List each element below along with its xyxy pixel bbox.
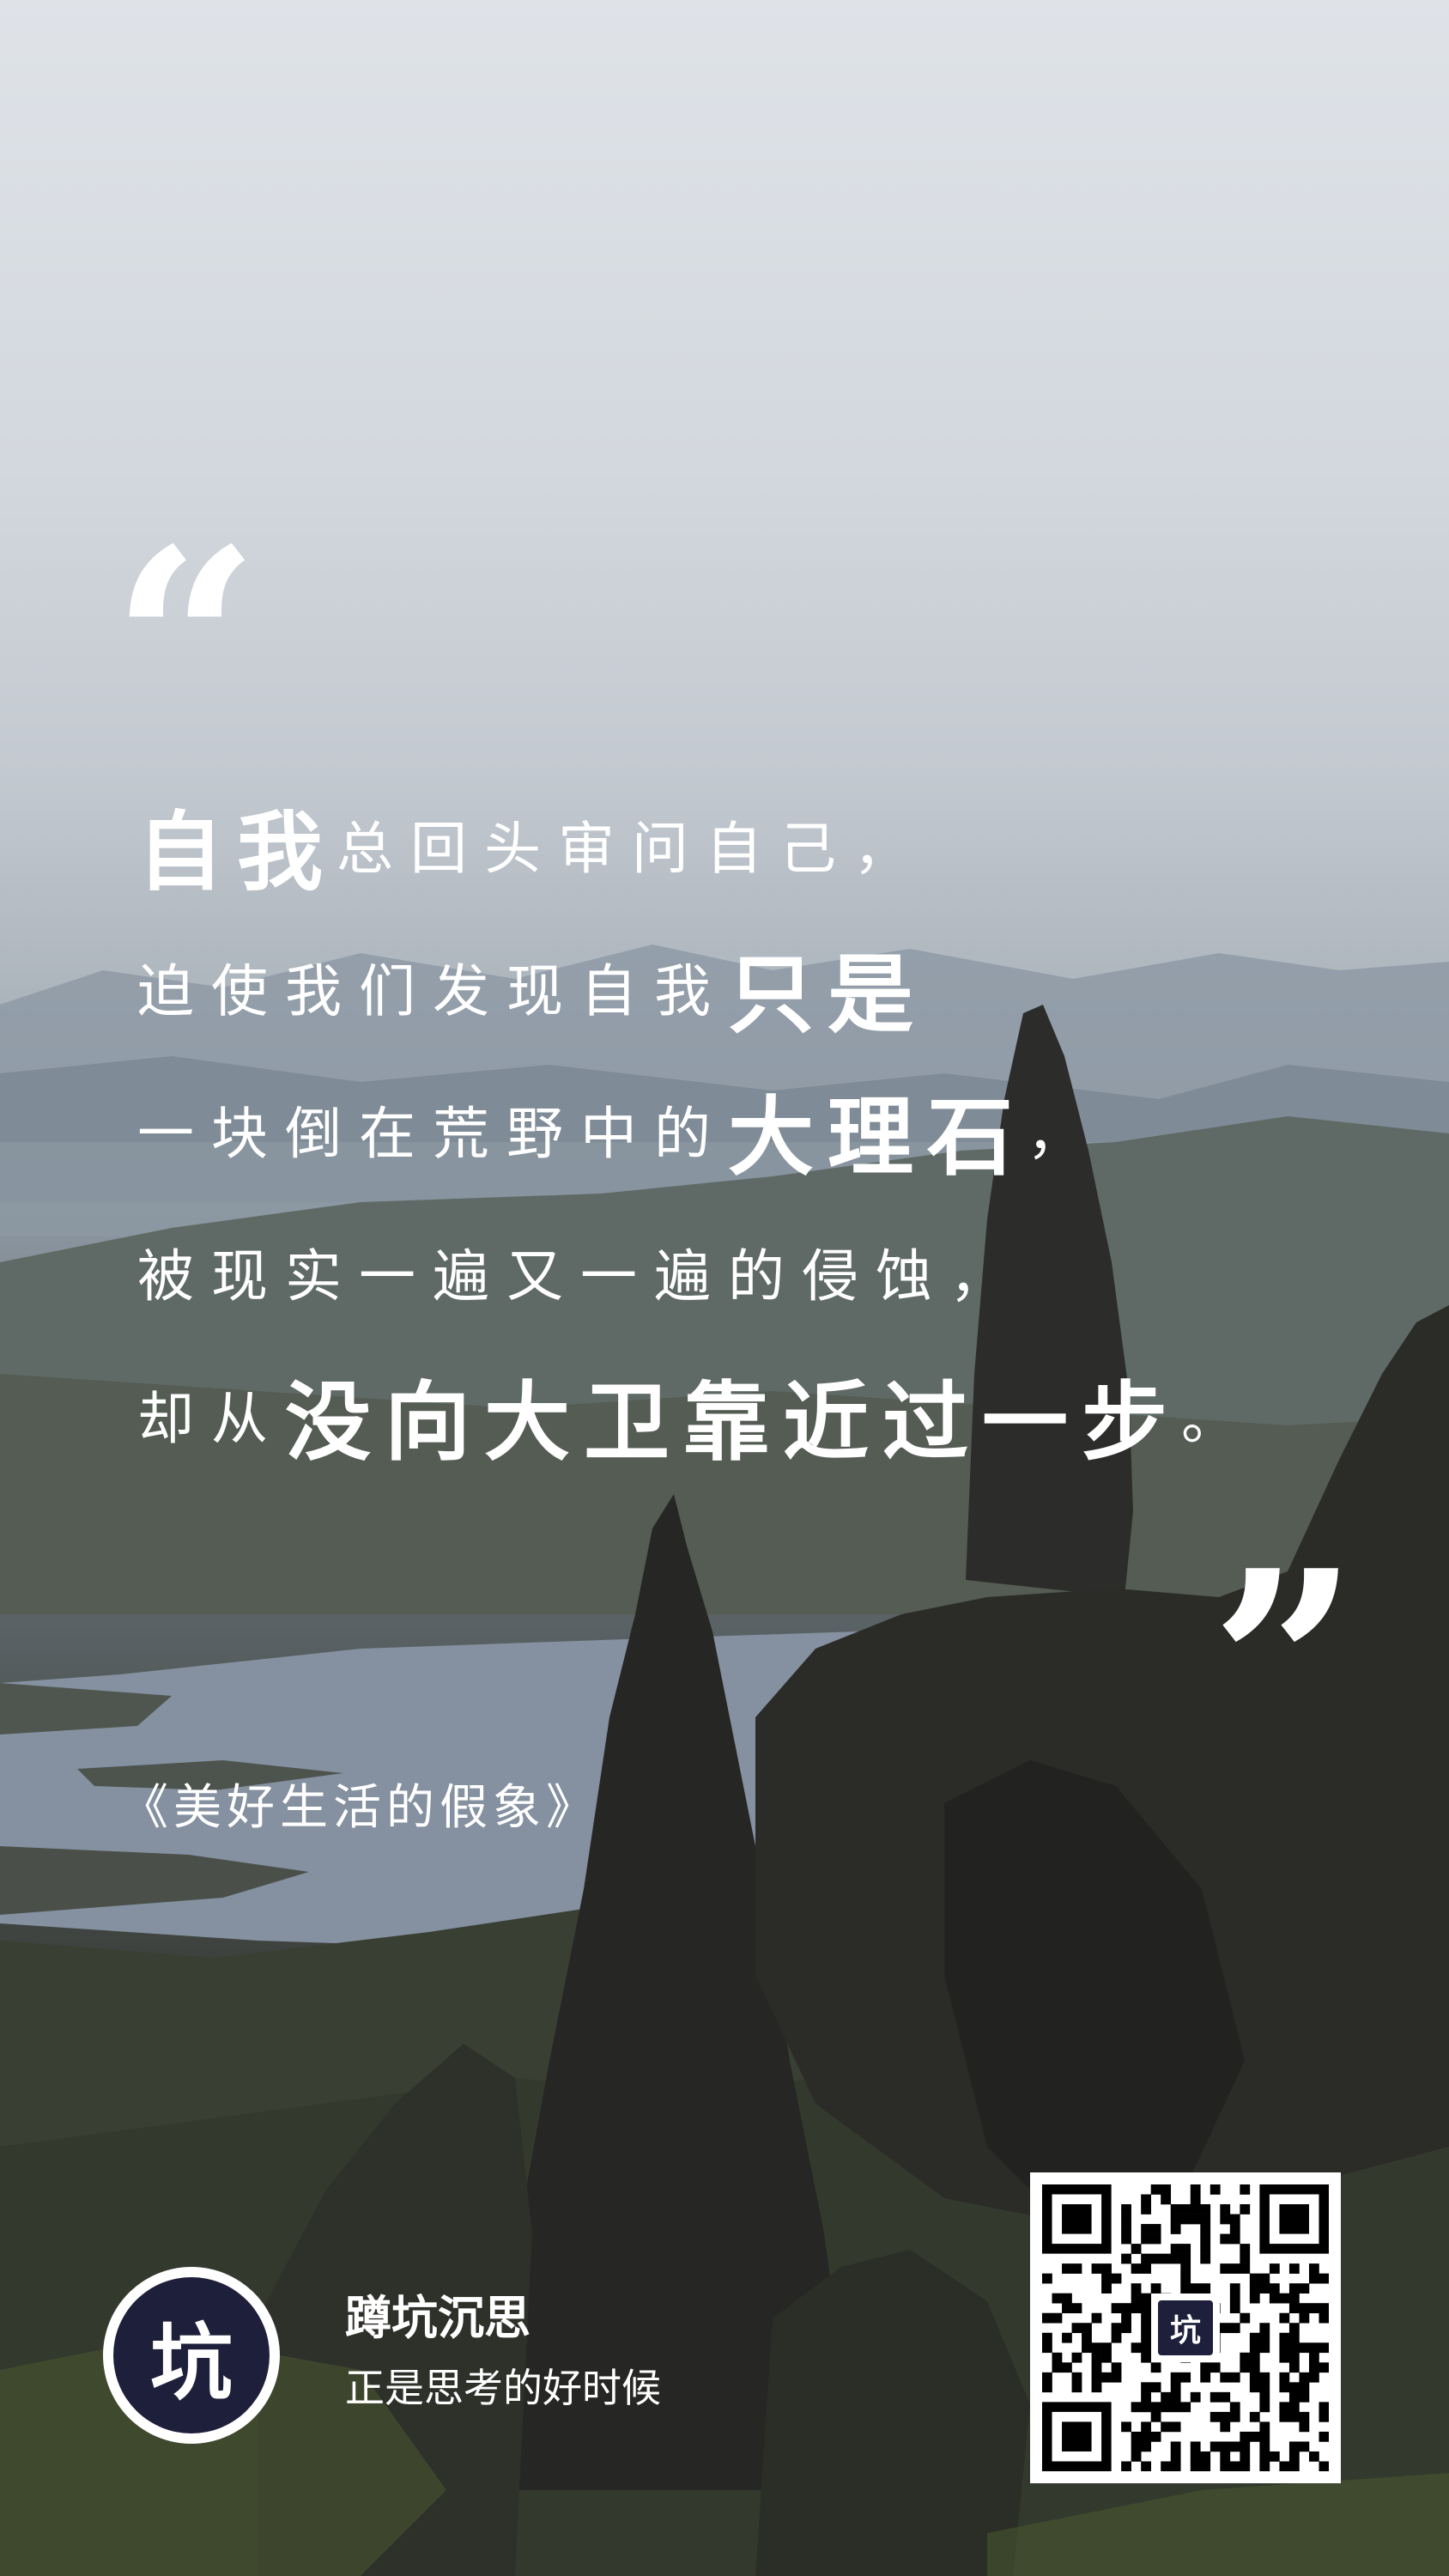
brand-name: 蹲坑沉思 (345, 2291, 530, 2345)
quote-text: 自我 总回头审问自己， 迫使我们发现自我 只是 一块倒在荒野中的 大理石 ， 被… (137, 773, 1373, 1485)
quote-emphasis: 自我 (137, 801, 336, 902)
quote-line-5: 却从 没向大卫靠近过一步 。 (137, 1343, 1373, 1485)
quote-line-4: 被现实一遍又一遍的侵蚀， (137, 1200, 1373, 1343)
quote-segment: 迫使我们发现自我 (137, 958, 728, 1024)
quote-segment: 却从 (137, 1386, 285, 1452)
poster: “ 自我 总回头审问自己， 迫使我们发现自我 只是 一块倒在荒野中的 大理石 ，… (0, 0, 1449, 2576)
quote-segment: 被现实一遍又一遍的侵蚀， (137, 1243, 1023, 1309)
logo-circle: 坑 (113, 2277, 270, 2433)
quote-segment: 。 (1181, 1386, 1255, 1452)
brand-slogan: 正是思考的好时候 (345, 2365, 661, 2411)
quote-line-3: 一块倒在荒野中的 大理石 ， (137, 1058, 1373, 1200)
quote-segment: 一块倒在荒野中的 (137, 1101, 728, 1167)
quote-emphasis: 只是 (728, 944, 927, 1045)
qr-code-icon: 坑 (1030, 2172, 1341, 2483)
brand-logo: 坑 (103, 2267, 280, 2444)
opening-quote-mark: “ (112, 492, 260, 795)
keng-character-logo-icon: 坑 (150, 2314, 233, 2411)
quote-line-1: 自我 总回头审问自己， (137, 773, 1373, 915)
closing-quote-mark: ” (1210, 1514, 1359, 1817)
quote-emphasis: 大理石 (728, 1086, 1027, 1188)
quote-emphasis: 没向大卫靠近过一步 (285, 1371, 1181, 1473)
quote-segment: ， (1027, 1101, 1100, 1167)
source-book-title: 《美好生活的假象》 (120, 1780, 599, 1836)
quote-segment: 总回头审问自己， (336, 816, 927, 882)
qr-center-logo-text: 坑 (1169, 2313, 1201, 2348)
quote-line-2: 迫使我们发现自我 只是 (137, 915, 1373, 1058)
qr-center-logo: 坑 (1151, 2293, 1220, 2362)
